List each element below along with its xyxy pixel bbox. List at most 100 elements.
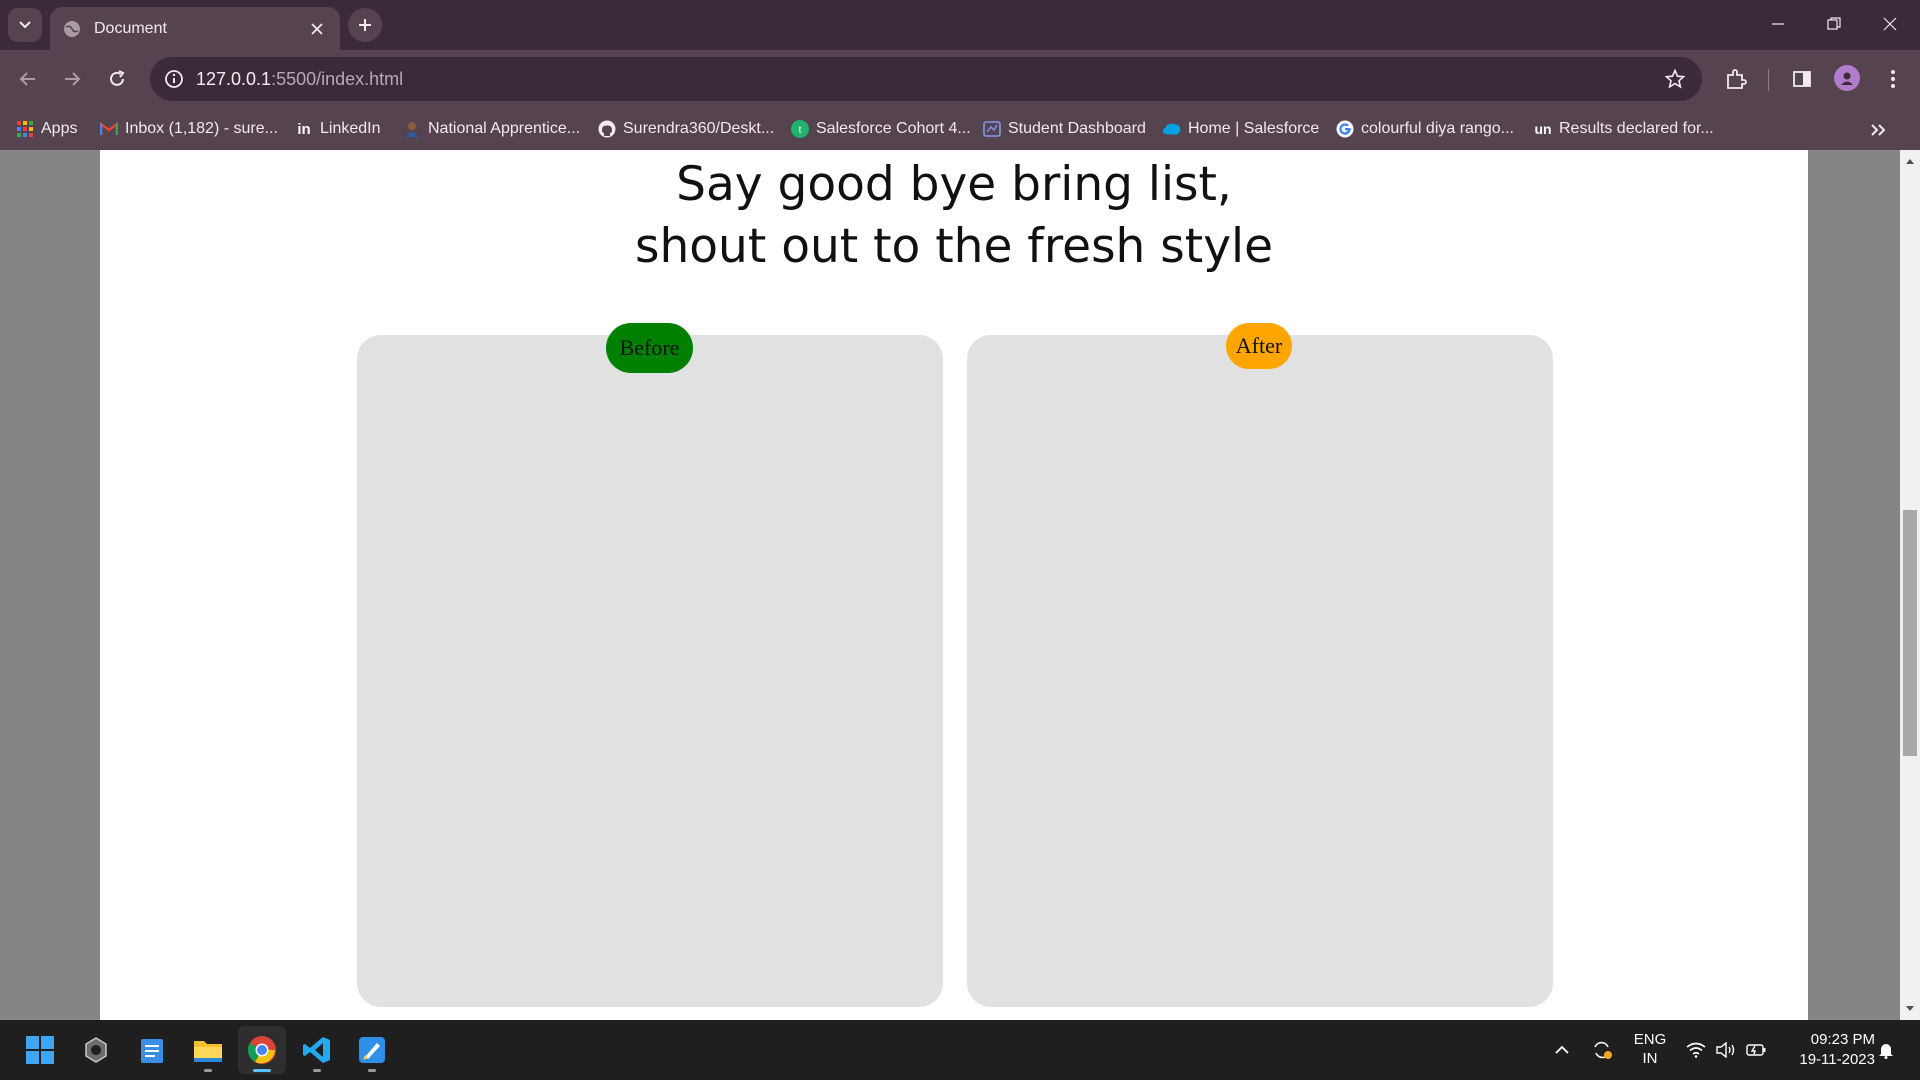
close-window-button[interactable] <box>1862 0 1918 48</box>
heading-line-2: shout out to the fresh style <box>635 219 1273 274</box>
side-panel-button[interactable] <box>1786 63 1818 95</box>
restore-button[interactable] <box>1806 0 1862 48</box>
minimize-button[interactable] <box>1750 0 1806 48</box>
extensions-button[interactable] <box>1720 63 1752 95</box>
url-host: 127.0.0.1 <box>196 69 272 89</box>
profile-avatar[interactable] <box>1834 65 1860 91</box>
scroll-down-arrow-icon[interactable] <box>1900 1000 1920 1018</box>
system-clock[interactable]: 09:23 PM 19-11-2023 <box>1775 1030 1875 1070</box>
tab-search-button[interactable] <box>8 8 42 42</box>
chevron-down-icon <box>19 21 31 29</box>
battery-button[interactable] <box>1744 1020 1768 1080</box>
taskbar-app-file-explorer[interactable] <box>184 1026 232 1074</box>
forward-button[interactable] <box>54 61 90 97</box>
wifi-icon <box>1686 1042 1706 1058</box>
bookmarks-bar: Apps Inbox (1,182) - sure... in LinkedIn… <box>0 108 1920 150</box>
gmail-icon <box>100 120 118 138</box>
linkedin-icon: in <box>297 120 311 138</box>
bookmark-home-salesforce[interactable]: Home | Salesforce <box>1163 116 1319 142</box>
scroll-up-arrow-icon[interactable] <box>1900 152 1920 170</box>
close-icon <box>1883 17 1897 31</box>
bookmark-github[interactable]: Surendra360/Deskt... <box>598 116 774 142</box>
bookmark-national-apprentice[interactable]: National Apprentice... <box>403 116 580 142</box>
after-card <box>967 335 1553 1007</box>
taskbar-app-settings[interactable] <box>72 1026 120 1074</box>
bookmark-gmail[interactable]: Inbox (1,182) - sure... <box>100 116 278 142</box>
cohort-icon: t <box>791 120 809 138</box>
globe-icon <box>62 19 82 39</box>
new-tab-button[interactable] <box>348 8 382 42</box>
arrow-right-icon <box>65 72 81 86</box>
bookmark-google-search[interactable]: colourful diya rango... <box>1336 116 1514 142</box>
apps-grid-icon <box>16 120 34 138</box>
bookmark-label: Student Dashboard <box>1008 120 1146 137</box>
browser-toolbar: 127.0.0.1:5500/index.html <box>0 50 1920 108</box>
region-code: IN <box>1642 1050 1658 1067</box>
active-indicator <box>253 1069 271 1072</box>
plus-icon <box>359 19 371 31</box>
bookmark-salesforce-cohort[interactable]: t Salesforce Cohort 4... <box>791 116 971 142</box>
page-content: Say good bye bring list, shout out to th… <box>100 150 1808 1020</box>
restore-icon <box>1827 17 1841 30</box>
before-card <box>357 335 943 1007</box>
menu-button[interactable] <box>1877 63 1909 95</box>
clock-time: 09:23 PM <box>1810 1031 1875 1048</box>
taskbar-app-chrome[interactable] <box>238 1026 286 1074</box>
svg-text:t: t <box>799 125 802 136</box>
site-info-icon[interactable] <box>160 65 188 93</box>
bookmark-linkedin[interactable]: in LinkedIn <box>295 116 381 142</box>
battery-charging-icon <box>1746 1044 1766 1056</box>
vertical-scrollbar[interactable] <box>1900 150 1920 1020</box>
taskbar-app-paint[interactable] <box>348 1026 396 1074</box>
bookmark-student-dashboard[interactable]: Student Dashboard <box>983 116 1146 142</box>
vscode-icon <box>303 1037 330 1063</box>
side-panel-icon <box>1793 71 1811 87</box>
input-language-indicator[interactable]: ENG IN <box>1630 1030 1670 1068</box>
unstop-icon: un <box>1534 121 1552 137</box>
bookmark-label: Surendra360/Deskt... <box>623 120 775 137</box>
chevron-up-icon <box>1555 1045 1569 1054</box>
volume-button[interactable] <box>1714 1020 1738 1080</box>
bell-icon <box>1879 1044 1893 1059</box>
bookmark-label: colourful diya rango... <box>1361 120 1514 137</box>
wifi-button[interactable] <box>1684 1020 1708 1080</box>
apprentice-icon <box>403 120 421 138</box>
bookmark-star-icon[interactable] <box>1662 66 1688 92</box>
tab-title: Document <box>94 19 167 37</box>
dashboard-icon <box>983 120 1001 138</box>
windows-taskbar: ENG IN 09:23 PM 19-11-2023 <box>0 1020 1920 1080</box>
after-badge: After <box>1226 323 1292 369</box>
address-bar[interactable]: 127.0.0.1:5500/index.html <box>150 57 1702 101</box>
show-hidden-icons-button[interactable] <box>1550 1020 1574 1080</box>
minimize-icon <box>1772 23 1784 25</box>
reload-icon <box>110 70 125 86</box>
toolbar-divider <box>1768 69 1769 91</box>
page-viewport: Say good bye bring list, shout out to th… <box>0 150 1920 1020</box>
more-bookmarks-button[interactable] <box>1864 116 1892 144</box>
language-code: ENG <box>1633 1031 1667 1048</box>
profile-icon <box>1841 72 1853 85</box>
running-indicator <box>368 1069 376 1072</box>
taskbar-app-vscode[interactable] <box>293 1026 341 1074</box>
notifications-button[interactable] <box>1874 1020 1898 1080</box>
close-tab-icon[interactable] <box>304 16 330 42</box>
back-button[interactable] <box>10 61 46 97</box>
bookmark-apps[interactable]: Apps <box>16 116 77 142</box>
sync-status-button[interactable] <box>1588 1020 1616 1080</box>
running-indicator <box>313 1069 321 1072</box>
windows-start-button[interactable] <box>16 1026 64 1074</box>
bookmark-label: LinkedIn <box>320 120 381 137</box>
windows-start-icon <box>26 1036 54 1064</box>
scrollbar-thumb[interactable] <box>1903 510 1917 756</box>
bookmark-results[interactable]: un Results declared for... <box>1534 116 1713 142</box>
puzzle-icon <box>1727 69 1747 89</box>
double-chevron-right-icon <box>1871 124 1886 136</box>
speaker-icon <box>1716 1042 1735 1058</box>
heading-line-1: Say good bye bring list, <box>676 157 1232 212</box>
reload-button[interactable] <box>99 61 135 97</box>
google-icon <box>1336 120 1354 138</box>
bookmark-label: Home | Salesforce <box>1188 120 1320 137</box>
taskbar-app-notepad[interactable] <box>128 1026 176 1074</box>
tab-document[interactable]: Document <box>50 7 340 50</box>
url-path: :5500/index.html <box>271 69 404 89</box>
